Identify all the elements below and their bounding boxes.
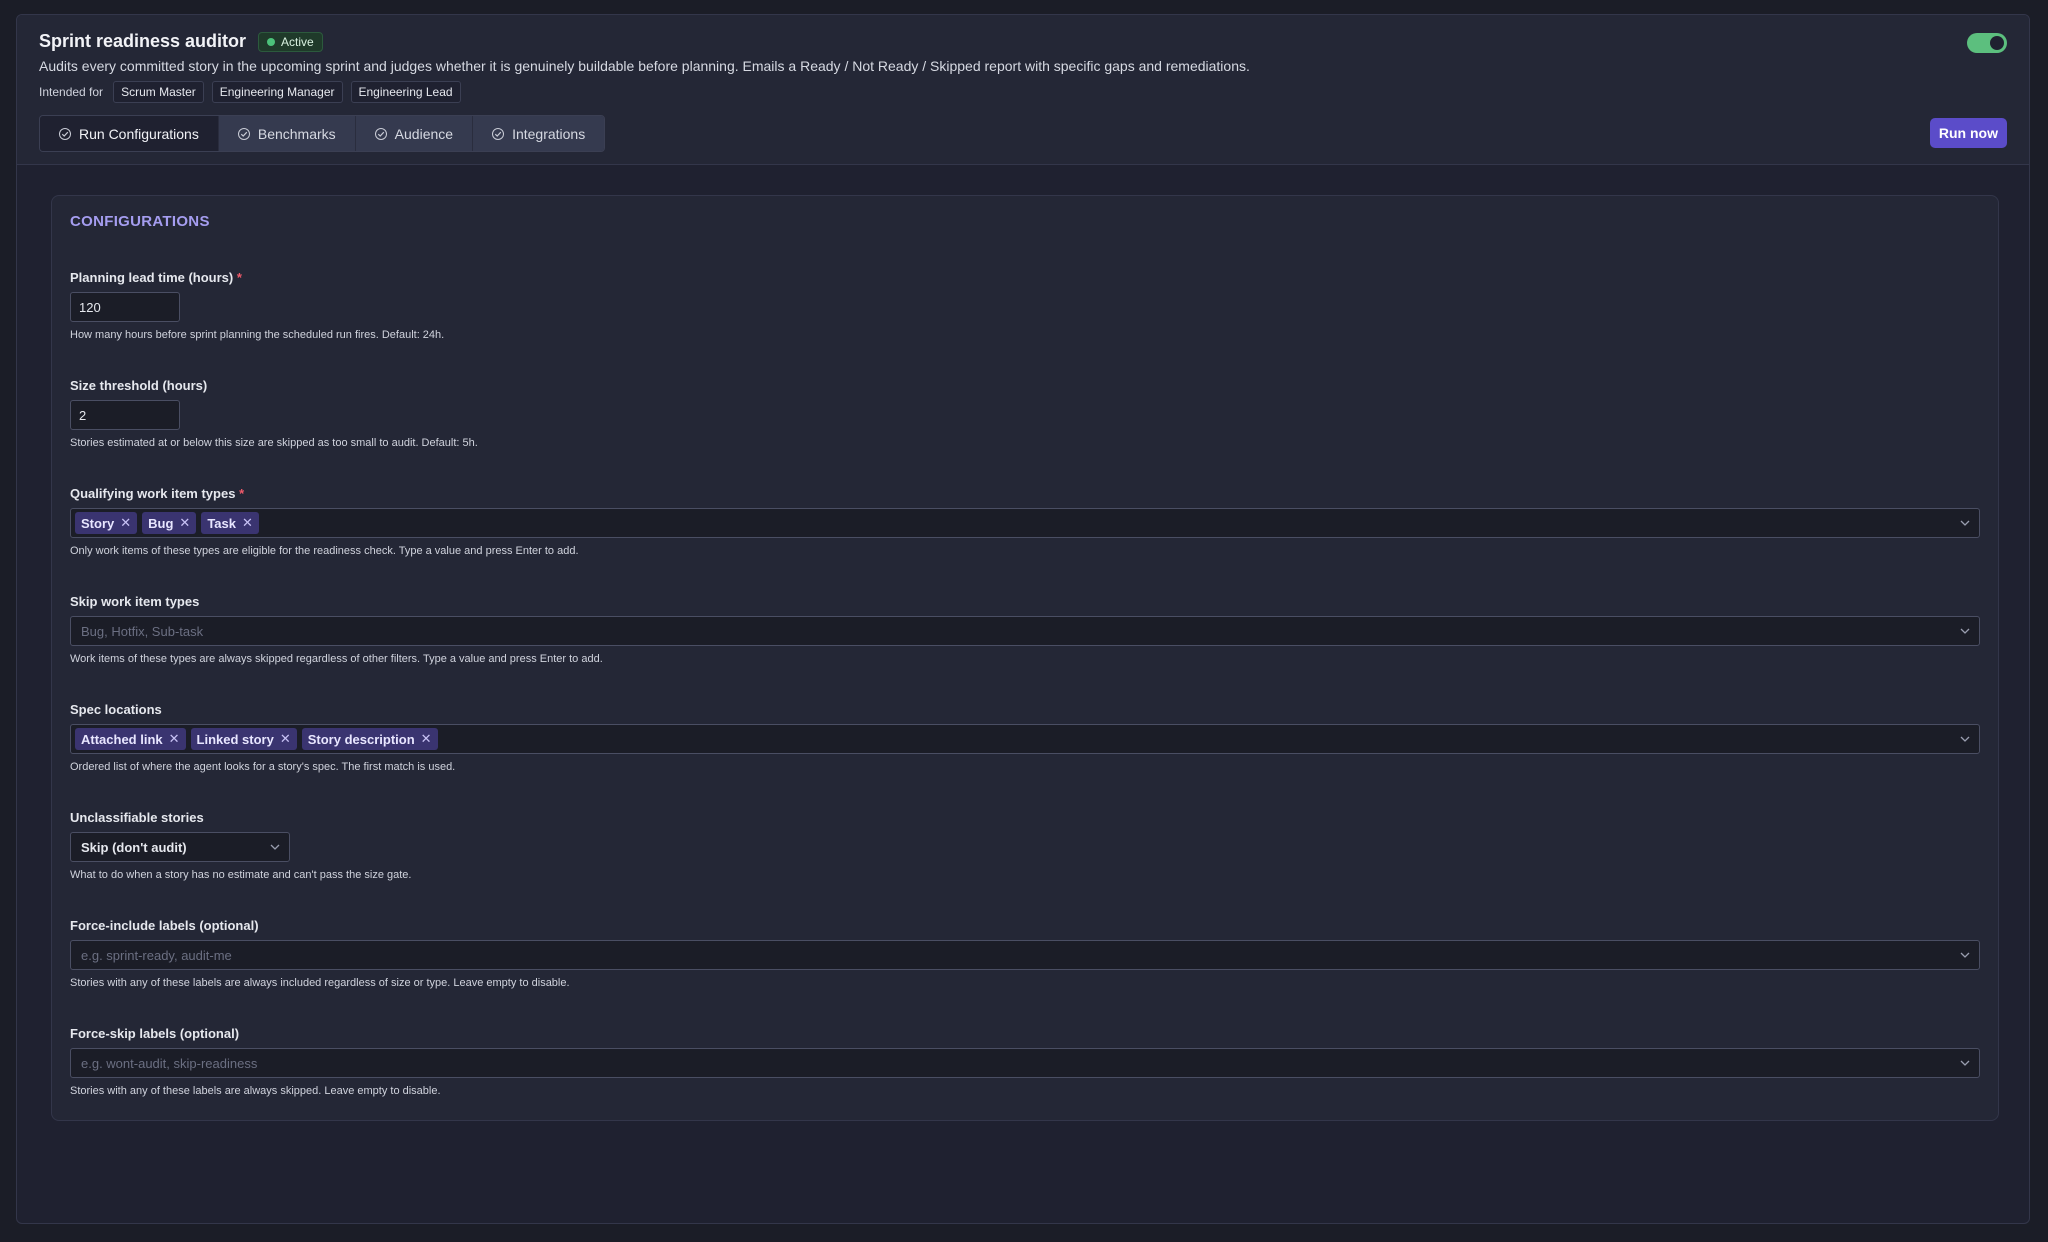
placeholder-text: Bug, Hotfix, Sub-task — [81, 623, 204, 639]
field-force-skip-labels: Force-skip labels (optional) e.g. wont-a… — [70, 1026, 1980, 1097]
tab-benchmarks[interactable]: Benchmarks — [218, 116, 356, 151]
audience-tag-engineering-lead: Engineering Lead — [350, 81, 461, 103]
field-size-threshold: Size threshold (hours) Stories estimated… — [70, 378, 1980, 449]
field-label: Size threshold (hours) — [70, 378, 208, 393]
check-circle-icon — [492, 127, 505, 140]
skip-types-multiselect[interactable]: Bug, Hotfix, Sub-task — [70, 616, 1980, 646]
remove-chip-icon[interactable]: ✕ — [179, 515, 190, 531]
field-hint: How many hours before sprint planning th… — [70, 329, 445, 341]
chip-linked-story: Linked story ✕ — [190, 728, 297, 750]
label-text: Qualifying work item types — [70, 486, 236, 501]
field-skip-work-item-types: Skip work item types Bug, Hotfix, Sub-ta… — [70, 594, 1980, 665]
chip-label: Story description — [307, 731, 415, 747]
required-marker: * — [236, 270, 242, 285]
title-row: Sprint readiness auditor Active — [39, 31, 323, 52]
force-include-multiselect[interactable]: e.g. sprint-ready, audit-me — [70, 940, 1980, 970]
field-unclassifiable-stories: Unclassifiable stories Skip (don't audit… — [70, 810, 1980, 881]
tab-label: Run Configurations — [79, 125, 199, 142]
intended-label: Intended for — [39, 85, 104, 99]
tab-run-configurations[interactable]: Run Configurations — [40, 116, 219, 151]
status-badge: Active — [258, 31, 323, 52]
tab-integrations[interactable]: Integrations — [473, 116, 605, 151]
check-circle-icon — [237, 127, 250, 140]
remove-chip-icon[interactable]: ✕ — [242, 515, 253, 531]
status-badge-label: Active — [281, 34, 314, 49]
tab-label: Benchmarks — [257, 125, 336, 142]
field-label: Unclassifiable stories — [70, 810, 204, 825]
chevron-down-icon — [270, 844, 280, 850]
chevron-down-icon[interactable] — [1959, 1057, 1971, 1069]
tab-label: Integrations — [512, 125, 586, 142]
run-now-button[interactable]: Run now — [1929, 118, 2007, 148]
chevron-down-icon[interactable] — [1959, 733, 1971, 745]
qualifying-types-multiselect[interactable]: Story ✕ Bug ✕ Task ✕ — [70, 508, 1980, 538]
field-label: Spec locations — [70, 702, 162, 717]
app-window: Sprint readiness auditor Active Audits e… — [16, 14, 2030, 1224]
field-label: Skip work item types — [70, 594, 200, 609]
chevron-down-icon[interactable] — [1959, 949, 1971, 961]
field-label: Force-skip labels (optional) — [70, 1026, 240, 1041]
placeholder-text: e.g. wont-audit, skip-readiness — [81, 1055, 258, 1071]
chip-label: Attached link — [81, 731, 163, 747]
required-marker: * — [239, 486, 245, 501]
field-force-include-labels: Force-include labels (optional) e.g. spr… — [70, 918, 1980, 989]
field-label: Force-include labels (optional) — [70, 918, 259, 933]
configurations-panel: CONFIGURATIONS Planning lead time (hours… — [51, 195, 1999, 1121]
remove-chip-icon[interactable]: ✕ — [120, 515, 131, 531]
chip-story-description: Story description ✕ — [301, 728, 438, 750]
unclassifiable-select[interactable]: Skip (don't audit) — [70, 832, 290, 862]
check-circle-icon — [59, 127, 71, 140]
panel-title: CONFIGURATIONS — [70, 213, 210, 230]
field-qualifying-work-item-types: Qualifying work item types * Story ✕ Bug ✕… — [70, 486, 1980, 557]
check-circle-icon — [374, 127, 387, 140]
chevron-down-icon[interactable] — [1959, 625, 1971, 637]
agent-header: Sprint readiness auditor Active Audits e… — [17, 15, 2029, 165]
field-hint: What to do when a story has no estimate … — [70, 869, 412, 881]
remove-chip-icon[interactable]: ✕ — [421, 731, 432, 747]
chip-label: Task — [207, 515, 236, 531]
planning-lead-time-input[interactable] — [70, 292, 180, 322]
page-title: Sprint readiness auditor — [39, 31, 247, 51]
chip-label: Linked story — [196, 731, 274, 747]
agent-description: Audits every committed story in the upco… — [39, 58, 1250, 74]
chip-task: Task ✕ — [201, 512, 259, 534]
tab-bar: Run Configurations Benchmarks Audience I… — [39, 115, 606, 152]
field-label: Qualifying work item types * — [70, 486, 1980, 504]
chip-attached-link: Attached link ✕ — [75, 728, 186, 750]
field-hint: Stories with any of these labels are alw… — [70, 977, 570, 989]
chip-label: Bug — [148, 515, 174, 531]
audience-tag-engineering-manager: Engineering Manager — [211, 81, 343, 103]
tab-label: Audience — [394, 125, 454, 142]
chip-label: Story — [81, 515, 115, 531]
field-hint: Only work items of these types are eligi… — [70, 545, 579, 557]
chip-story: Story ✕ — [75, 512, 138, 534]
field-hint: Work items of these types are always ski… — [70, 653, 603, 665]
tab-audience[interactable]: Audience — [355, 116, 474, 151]
enable-toggle[interactable] — [1967, 33, 2007, 53]
audience-tag-scrum-master: Scrum Master — [113, 81, 204, 103]
field-label: Planning lead time (hours) * — [70, 270, 1980, 288]
field-hint: Stories estimated at or below this size … — [70, 437, 478, 449]
chevron-down-icon[interactable] — [1959, 517, 1971, 529]
field-planning-lead-time: Planning lead time (hours) * How many ho… — [70, 270, 1980, 341]
placeholder-text: e.g. sprint-ready, audit-me — [81, 947, 232, 963]
label-text: Planning lead time (hours) — [70, 270, 234, 285]
field-hint: Stories with any of these labels are alw… — [70, 1085, 441, 1097]
toggle-knob — [1990, 36, 2004, 50]
remove-chip-icon[interactable]: ✕ — [169, 731, 180, 747]
select-value: Skip (don't audit) — [81, 839, 187, 855]
force-skip-multiselect[interactable]: e.g. wont-audit, skip-readiness — [70, 1048, 1980, 1078]
spec-locations-multiselect[interactable]: Attached link ✕ Linked story ✕ Story descr… — [70, 724, 1980, 754]
status-dot-icon — [267, 37, 276, 46]
field-spec-locations: Spec locations Attached link ✕ Linked sto… — [70, 702, 1980, 773]
chip-bug: Bug ✕ — [142, 512, 197, 534]
field-hint: Ordered list of where the agent looks fo… — [70, 761, 456, 773]
size-threshold-input[interactable] — [70, 400, 180, 430]
intended-audience: Intended for Scrum Master Engineering Ma… — [39, 81, 461, 103]
remove-chip-icon[interactable]: ✕ — [280, 731, 291, 747]
